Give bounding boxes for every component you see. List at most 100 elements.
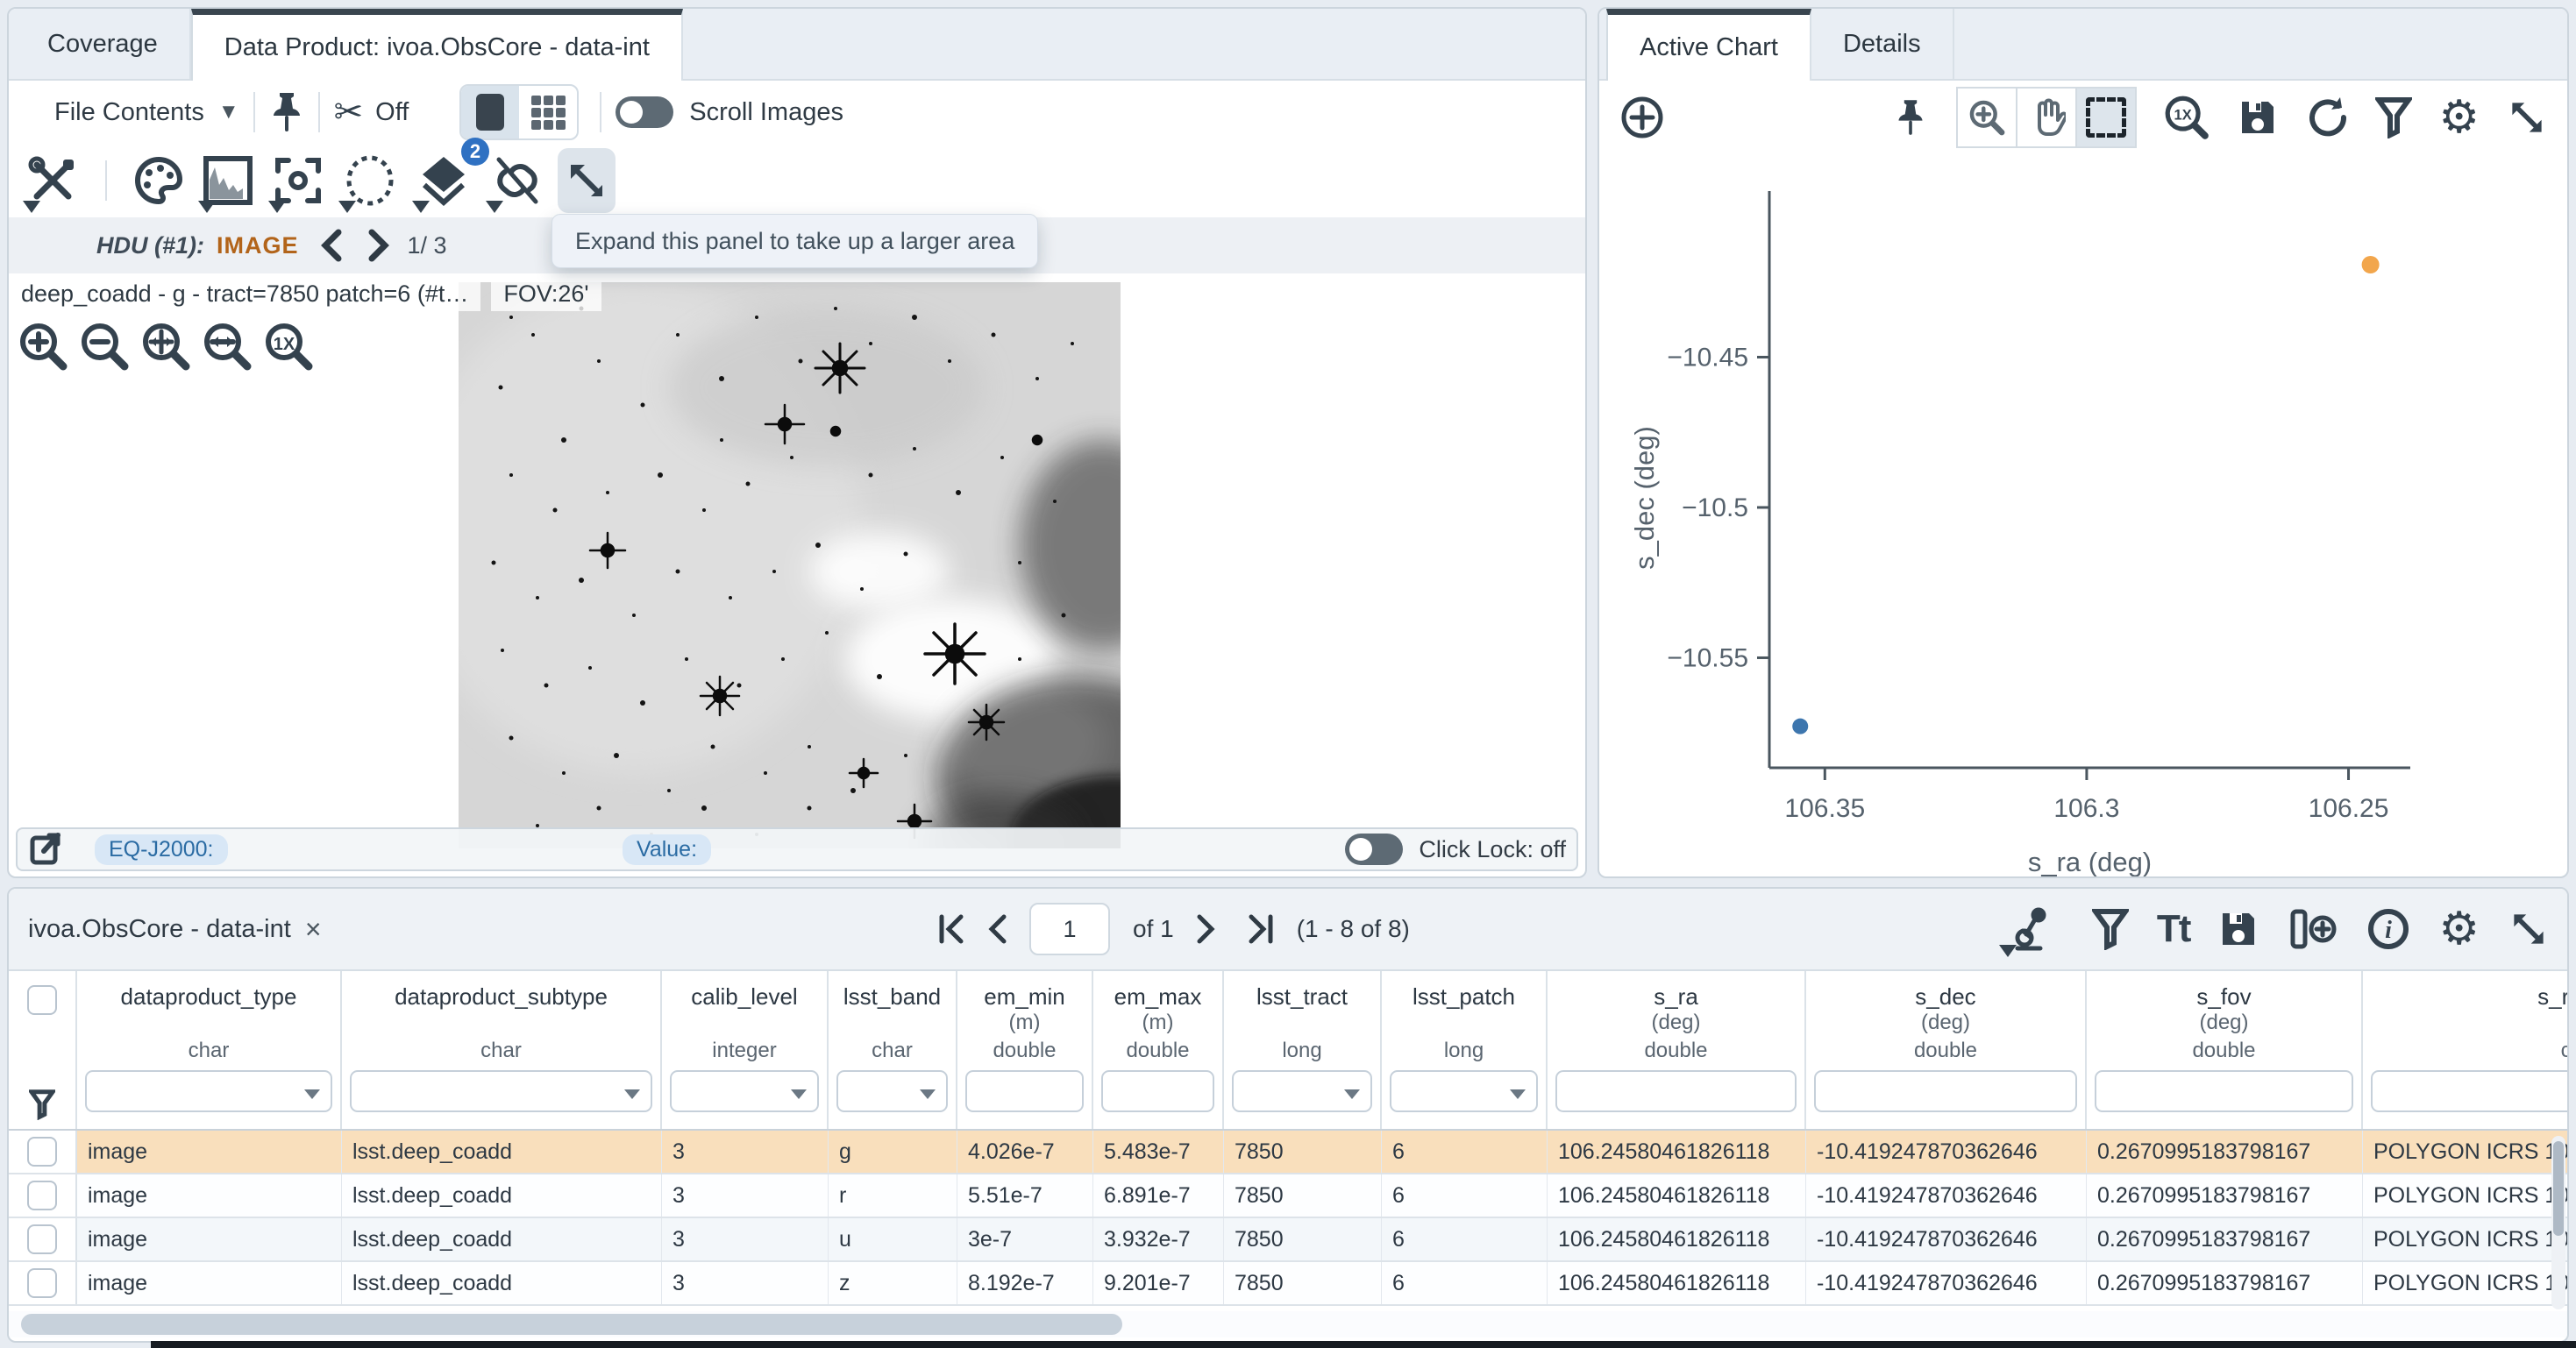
vertical-scrollbar-thumb[interactable]	[2553, 1141, 2564, 1236]
column-header-lsst_tract[interactable]: lsst_tractlong	[1224, 971, 1382, 1129]
column-header-lsst_band[interactable]: lsst_bandchar	[829, 971, 957, 1129]
chart-settings-button[interactable]: ⚙	[2438, 95, 2480, 140]
row-checkbox[interactable]	[27, 1268, 57, 1298]
column-header-em_min[interactable]: em_min(m)double	[957, 971, 1093, 1129]
column-header-calib_level[interactable]: calib_levelinteger	[662, 971, 829, 1129]
filter-table-button[interactable]	[2092, 908, 2129, 950]
zoom-out-button[interactable]	[77, 319, 132, 373]
select-all-checkbox[interactable]	[27, 985, 57, 1015]
column-filter-input[interactable]	[2371, 1070, 2569, 1112]
single-view-button[interactable]	[461, 86, 519, 138]
table-row[interactable]: imagelsst.deep_coadd3g4.026e-75.483e-778…	[9, 1131, 2567, 1174]
column-header-dataproduct_type[interactable]: dataproduct_typechar	[77, 971, 342, 1129]
external-link-icon[interactable]	[28, 832, 63, 867]
chart-pan-mode-button[interactable]	[2016, 87, 2077, 148]
scroll-images-toggle[interactable]	[616, 96, 673, 128]
column-header-s_ra[interactable]: s_ra(deg)double	[1548, 971, 1806, 1129]
table-tab[interactable]: ivoa.ObsCore - data-int ×	[9, 913, 322, 946]
zoom-in-button[interactable]	[16, 319, 70, 373]
data-inspector-button[interactable]	[2003, 905, 2064, 954]
vertical-scrollbar[interactable]	[2551, 1136, 2565, 1309]
close-table-icon[interactable]: ×	[305, 913, 322, 946]
row-checkbox[interactable]	[27, 1181, 57, 1210]
table-row[interactable]: imagelsst.deep_coadd3u3e-73.932e-7785061…	[9, 1218, 2567, 1262]
zoom-1x-button[interactable]: 1X	[261, 319, 316, 373]
column-header-em_max[interactable]: em_max(m)double	[1093, 971, 1224, 1129]
restore-chart-button[interactable]	[2305, 96, 2349, 139]
grid-view-button[interactable]	[519, 86, 577, 138]
column-filter-input[interactable]	[1555, 1070, 1797, 1112]
last-page-button[interactable]	[1248, 914, 1274, 944]
column-type: double	[2192, 1039, 2255, 1068]
column-filter-input[interactable]	[2095, 1070, 2353, 1112]
recenter-button[interactable]	[267, 148, 330, 213]
column-filter-select[interactable]	[1232, 1070, 1372, 1112]
chart-zoom-mode-button[interactable]	[1956, 87, 2017, 148]
astro-image[interactable]	[459, 282, 1121, 848]
table-row[interactable]: imagelsst.deep_coadd3z8.192e-79.201e-778…	[9, 1262, 2567, 1306]
color-palette-button[interactable]	[128, 148, 189, 213]
cell-lsst_patch: 6	[1382, 1174, 1548, 1217]
next-page-button[interactable]	[1197, 914, 1216, 944]
column-header-dataproduct_subtype[interactable]: dataproduct_subtypechar	[342, 971, 662, 1129]
horizontal-scrollbar[interactable]	[9, 1311, 2567, 1337]
stretch-histogram-button[interactable]	[196, 148, 260, 213]
expand-panel-button[interactable]	[558, 148, 616, 213]
expand-table-button[interactable]	[2508, 908, 2550, 950]
column-filter-select[interactable]	[1390, 1070, 1538, 1112]
click-lock-toggle[interactable]	[1345, 834, 1403, 865]
tab-details[interactable]: Details	[1811, 9, 1954, 79]
zoom-controls: 1X	[16, 319, 316, 373]
table-row[interactable]: imagelsst.deep_coadd3r5.51e-76.891e-7785…	[9, 1174, 2567, 1218]
expand-chart-button[interactable]	[2506, 96, 2548, 138]
add-chart-button[interactable]	[1619, 94, 1666, 141]
chart-toolbar: 1X ⚙	[1599, 81, 2567, 154]
table-info-button[interactable]: i	[2366, 907, 2410, 951]
layers-button[interactable]: 2	[410, 148, 477, 213]
chart-select-mode-button[interactable]	[2075, 87, 2137, 148]
column-filter-input[interactable]	[965, 1070, 1084, 1112]
first-page-button[interactable]	[938, 914, 964, 944]
row-checkbox[interactable]	[27, 1137, 57, 1167]
column-filter-input[interactable]	[1814, 1070, 2077, 1112]
column-header-s_fov[interactable]: s_fov(deg)double	[2087, 971, 2363, 1129]
region-select-button[interactable]	[337, 148, 403, 213]
column-filter-select[interactable]	[350, 1070, 652, 1112]
zoom-fill-button[interactable]	[200, 319, 254, 373]
crop-scissors-button[interactable]: ✂	[334, 92, 364, 132]
expand-tooltip: Expand this panel to take up a larger ar…	[551, 214, 1038, 268]
save-chart-button[interactable]	[2237, 96, 2279, 138]
page-number-input[interactable]: 1	[1029, 903, 1110, 955]
pin-button[interactable]	[269, 91, 304, 133]
tab-active-chart[interactable]: Active Chart	[1606, 9, 1811, 81]
column-header-s_region[interactable]: s_regionchar	[2363, 971, 2569, 1129]
table-settings-button[interactable]: ⚙	[2438, 906, 2480, 952]
column-filter-input[interactable]	[1101, 1070, 1214, 1112]
prev-page-button[interactable]	[987, 914, 1007, 944]
filter-row-icon	[29, 1089, 55, 1120]
horizontal-scrollbar-thumb[interactable]	[21, 1314, 1122, 1335]
column-header-lsst_patch[interactable]: lsst_patchlong	[1382, 971, 1548, 1129]
cell-calib_level: 3	[662, 1218, 829, 1260]
scatter-chart[interactable]: 106.35106.3106.25−10.45−10.5−10.55s_ra (…	[1599, 158, 2567, 876]
column-filter-select[interactable]	[85, 1070, 332, 1112]
file-contents-menu[interactable]: File Contents ▼	[54, 98, 239, 127]
chart-zoom-original-button[interactable]: 1X	[2163, 94, 2210, 141]
svg-text:106.3: 106.3	[2053, 794, 2119, 823]
text-view-button[interactable]: Tt	[2157, 907, 2190, 951]
unlink-wcs-button[interactable]	[484, 148, 551, 213]
tools-button[interactable]	[21, 148, 84, 213]
zoom-fit-button[interactable]	[139, 319, 193, 373]
save-table-button[interactable]	[2217, 908, 2259, 950]
cell-lsst_band: g	[829, 1131, 957, 1173]
row-checkbox[interactable]	[27, 1224, 57, 1254]
column-filter-select[interactable]	[670, 1070, 819, 1112]
dropdown-caret	[268, 201, 286, 213]
tab-data-product[interactable]: Data Product: ivoa.ObsCore - data-int	[191, 9, 683, 81]
column-filter-select[interactable]	[836, 1070, 948, 1112]
add-column-button[interactable]	[2288, 908, 2338, 950]
pin-chart-button[interactable]	[1895, 97, 1926, 138]
filter-chart-button[interactable]	[2375, 96, 2412, 138]
tab-coverage[interactable]: Coverage	[16, 9, 191, 79]
column-header-s_dec[interactable]: s_dec(deg)double	[1806, 971, 2087, 1129]
